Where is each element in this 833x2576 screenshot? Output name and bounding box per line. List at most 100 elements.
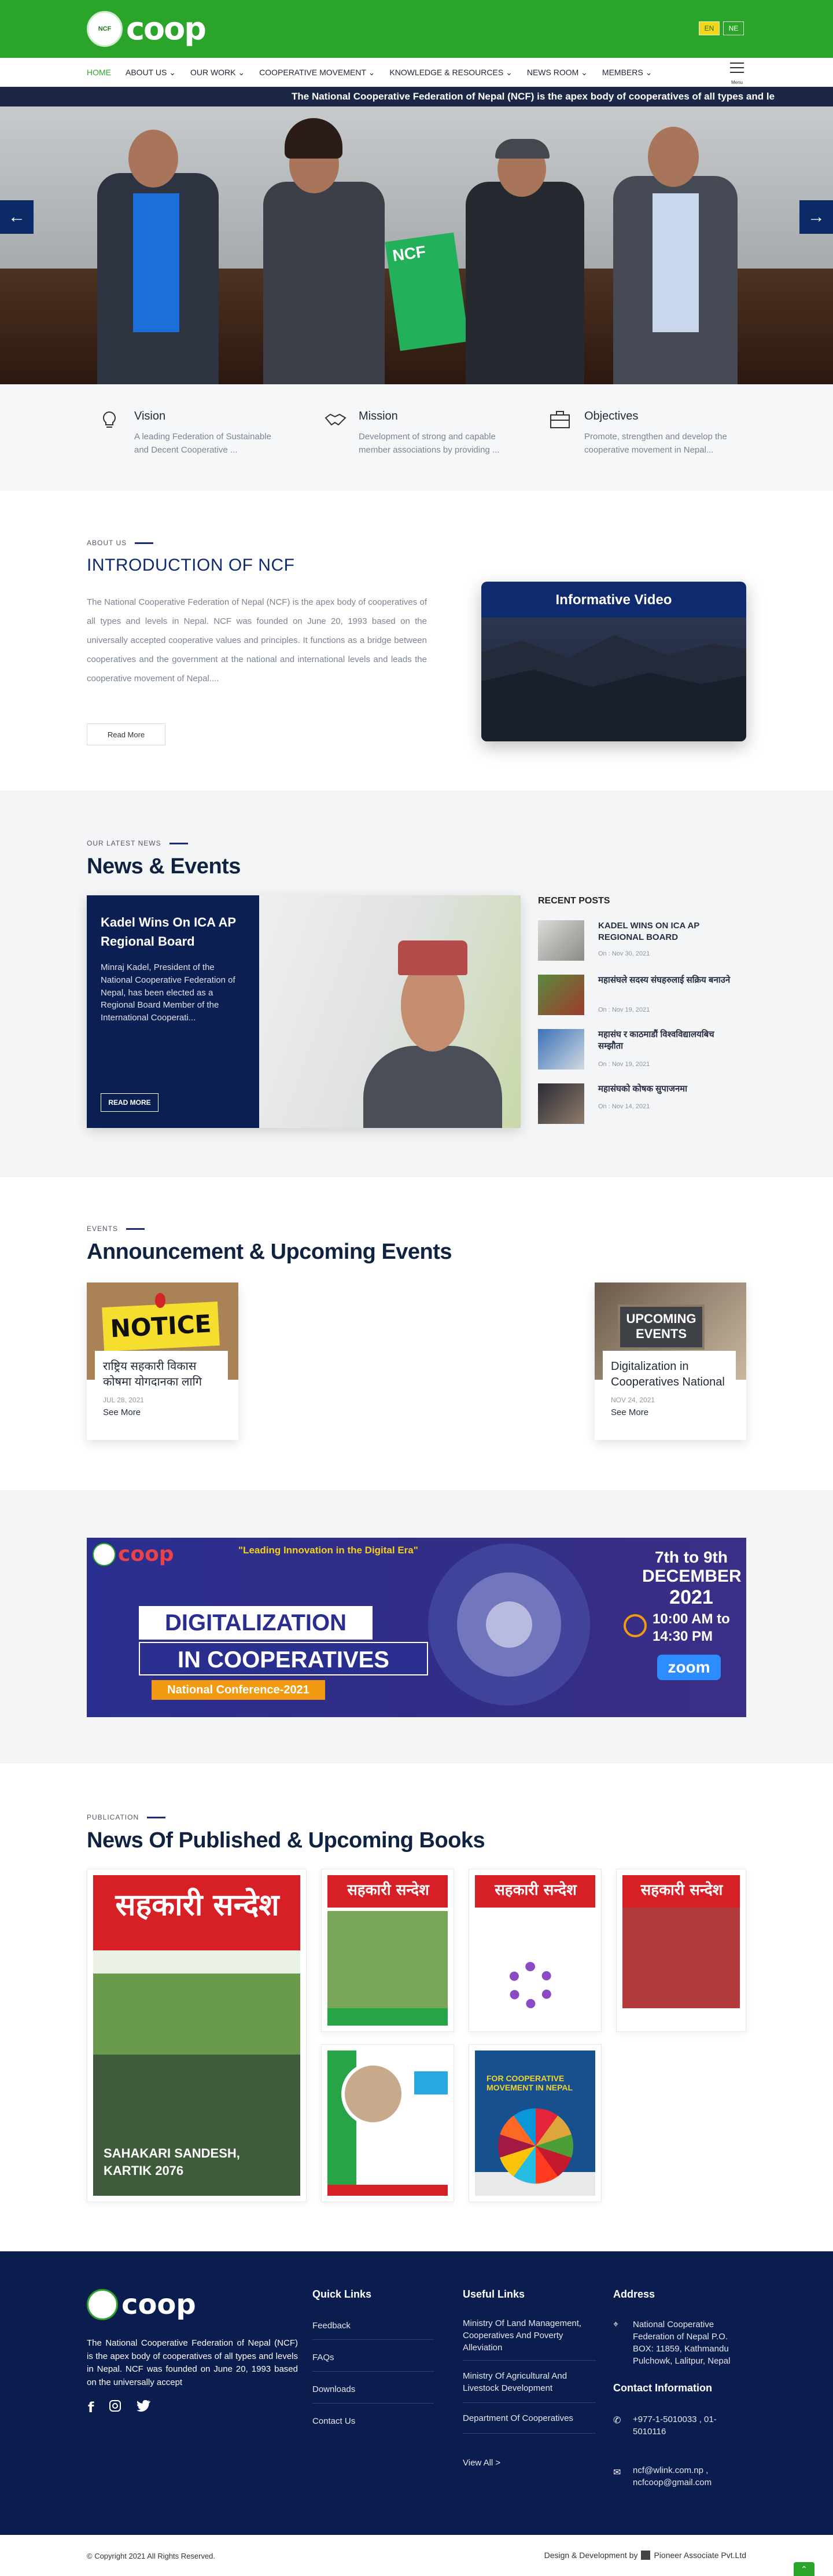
vision-mission-objectives: Vision A leading Federation of Sustainab… (0, 384, 833, 491)
book-card[interactable]: FOR COOPERATIVE MOVEMENT IN NEPAL (469, 2044, 602, 2202)
chevron-down-icon: ⌄ (645, 67, 653, 77)
nav-members[interactable]: MEMBERS ⌄ (602, 68, 652, 78)
nav-label: KNOWLEDGE & RESOURCES (389, 67, 504, 77)
copyright-bar: © Copyright 2021 All Rights Reserved. De… (0, 2535, 833, 2576)
recent-post-date: On : Nov 19, 2021 (598, 1061, 650, 1068)
event-info: Digitalization in Cooperatives National … (603, 1351, 736, 1436)
event-title: राष्ट्रिय सहकारी विकास कोषमा योगदानका ला… (103, 1360, 202, 1388)
useful-links-list: Ministry Of Land Management, Cooperative… (463, 2317, 596, 2469)
book-card[interactable] (321, 2044, 454, 2202)
facebook-icon[interactable]: f (88, 2399, 94, 2416)
about-read-more-button[interactable]: Read More (87, 723, 165, 745)
news-title: News & Events (87, 854, 241, 879)
hamburger-menu-button[interactable]: Menu (730, 63, 744, 85)
banner-tagline: "Leading Innovation in the Digital Era" (238, 1545, 418, 1556)
notice-sign: NOTICE (102, 1301, 220, 1352)
lightbulb-icon (99, 410, 119, 429)
nav-cooperative-movement[interactable]: COOPERATIVE MOVEMENT ⌄ (259, 68, 375, 78)
book-card-featured[interactable]: सहकारी सन्देश SAHAKARI SANDESH, KARTIK 2… (87, 1869, 307, 2202)
site-logo[interactable]: NCF coop (87, 10, 207, 47)
phone-icon: ✆ (613, 2416, 621, 2426)
pioneer-logo-icon (641, 2551, 651, 2560)
ticker-text: The National Cooperative Federation of N… (292, 91, 775, 102)
nav-home[interactable]: HOME (87, 68, 111, 77)
divider (463, 2402, 596, 2403)
nav-knowledge-resources[interactable]: KNOWLEDGE & RESOURCES ⌄ (389, 68, 512, 78)
instagram-icon[interactable] (109, 2399, 121, 2416)
publication-grid: सहकारी सन्देश SAHAKARI SANDESH, KARTIK 2… (87, 1869, 746, 2202)
nav-label: MEMBERS (602, 67, 643, 77)
book-cover: सहकारी सन्देश SAHAKARI SANDESH, KARTIK 2… (93, 1875, 300, 2196)
featured-news-card[interactable]: Kadel Wins On ICA AP Regional Board Minr… (87, 895, 521, 1128)
book-card[interactable]: सहकारी सन्देश (469, 1869, 602, 2032)
copyright-text: © Copyright 2021 All Rights Reserved. (87, 2552, 216, 2560)
footer-link-feedback[interactable]: Feedback (312, 2320, 434, 2339)
lang-en-button[interactable]: EN (699, 21, 720, 35)
banner-time: 10:00 AM to 14:30 PM (653, 1611, 730, 1644)
news-eyebrow: OUR LATEST NEWS (87, 839, 188, 847)
divider (312, 2339, 434, 2340)
lang-ne-button[interactable]: NE (723, 21, 744, 35)
eyebrow-text: OUR LATEST NEWS (87, 839, 161, 847)
event-see-more-link[interactable]: See More (103, 1408, 220, 1417)
eyebrow-text: EVENTS (87, 1225, 119, 1233)
recent-post-item[interactable]: महासंघले सदस्य संघहरुलाई सक्रिय बनाउने O… (538, 975, 746, 1016)
book-cover: सहकारी सन्देश (327, 1875, 448, 2026)
event-card[interactable]: UPCOMING EVENTS Digitalization in Cooper… (595, 1283, 746, 1440)
footer-useful-link[interactable]: Ministry Of Land Management, Cooperative… (463, 2317, 596, 2360)
nav-about-us[interactable]: ABOUT US ⌄ (126, 68, 176, 78)
informative-video-player[interactable]: Informative Video (481, 582, 746, 741)
hero-book-label: NCF (391, 242, 427, 265)
publication-eyebrow: PUBLICATION (87, 1813, 166, 1821)
scroll-to-top-button[interactable]: ⌃ (794, 2562, 814, 2576)
recent-post-item[interactable]: महासंघ र काठमाडौं विश्वविद्यालयबिच सम्झौ… (538, 1029, 746, 1071)
nav-news-room[interactable]: NEWS ROOM ⌄ (527, 68, 588, 78)
book-cover: FOR COOPERATIVE MOVEMENT IN NEPAL (475, 2050, 595, 2196)
hero-shirt (133, 193, 179, 332)
footer-link-faqs[interactable]: FAQs (312, 2351, 434, 2371)
publication-title: News Of Published & Upcoming Books (87, 1828, 485, 1853)
footer-phone[interactable]: +977-1-5010033 , 01-5010116 (633, 2413, 746, 2438)
featured-news-panel: Kadel Wins On ICA AP Regional Board Minr… (87, 895, 259, 1128)
hero-next-button[interactable]: → (799, 200, 833, 234)
banner-logo: coop (93, 1542, 174, 1566)
vmo-title: Mission (359, 410, 398, 422)
eyebrow-text: PUBLICATION (87, 1813, 139, 1821)
conference-banner[interactable]: coop "Leading Innovation in the Digital … (87, 1538, 746, 1717)
footer-link-contact[interactable]: Contact Us (312, 2415, 434, 2435)
banner-conference-label: National Conference-2021 (152, 1680, 325, 1700)
events-eyebrow: EVENTS (87, 1225, 145, 1233)
event-see-more-link[interactable]: See More (611, 1408, 728, 1417)
footer-seal (87, 2289, 118, 2320)
twitter-icon[interactable] (137, 2399, 151, 2416)
chevron-down-icon: ⌄ (368, 67, 375, 77)
network-graphic (428, 1544, 590, 1706)
recent-post-title: महासंघको कोषक सुपाजनमा (598, 1084, 688, 1094)
footer-useful-link[interactable]: Ministry Of Agricultural And Livestock D… (463, 2370, 596, 2402)
quick-links-title: Quick Links (312, 2288, 372, 2300)
nav-our-work[interactable]: OUR WORK ⌄ (190, 68, 245, 78)
recent-post-item[interactable]: महासंघको कोषक सुपाजनमा On : Nov 14, 2021 (538, 1083, 746, 1125)
gear-icon (507, 1962, 554, 2008)
footer-useful-link[interactable]: Department Of Cooperatives (463, 2412, 596, 2433)
featured-read-more-button[interactable]: READ MORE (101, 1093, 159, 1112)
hero-prev-button[interactable]: ← (0, 200, 34, 234)
designer-credit[interactable]: Design & Development by Pioneer Associat… (544, 2551, 746, 2560)
book-card[interactable]: सहकारी सन्देश (321, 1869, 454, 2032)
recent-post-item[interactable]: KADEL WINS ON ICA AP REGIONAL BOARD On :… (538, 920, 746, 962)
about-title: INTRODUCTION OF NCF (87, 556, 295, 575)
briefcase-icon (550, 410, 570, 429)
about-text: The National Cooperative Federation of N… (87, 597, 427, 683)
banner-line-2: IN COOPERATIVES (139, 1642, 428, 1675)
footer-email[interactable]: ncf@wlink.com.np , ncfcoop@gmail.com (633, 2464, 746, 2489)
upcoming-events-board: UPCOMING EVENTS (618, 1304, 705, 1350)
vmo-title: Vision (134, 410, 166, 422)
footer-logo[interactable]: coop (87, 2288, 196, 2321)
footer-link-downloads[interactable]: Downloads (312, 2383, 434, 2403)
footer-view-all-link[interactable]: View All > (463, 2457, 596, 2469)
book-card[interactable]: सहकारी सन्देश (616, 1869, 746, 2032)
event-card[interactable]: NOTICE राष्ट्रिय सहकारी विकास कोषमा योगद… (87, 1283, 238, 1440)
divider (312, 2371, 434, 2372)
pushpin-icon (155, 1293, 165, 1308)
feature-person-body (363, 1046, 502, 1128)
